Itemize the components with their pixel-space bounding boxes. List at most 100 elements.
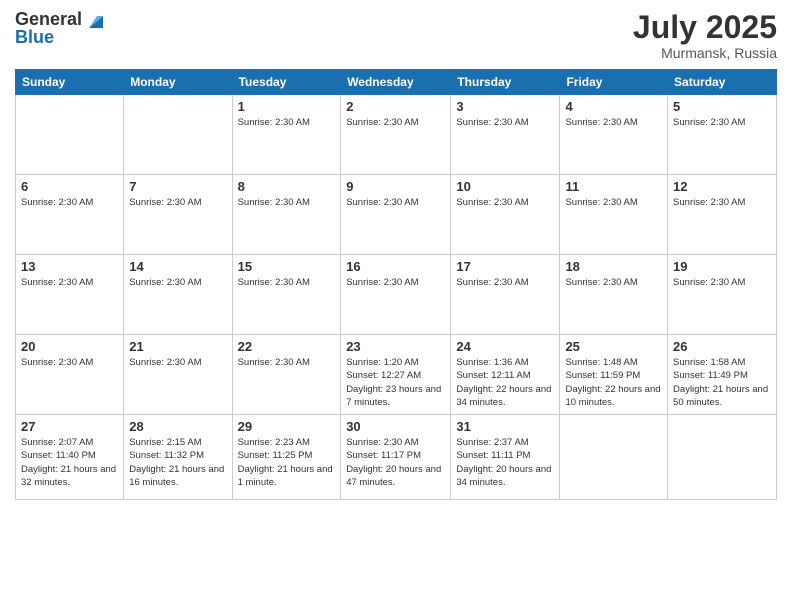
table-row: 6 Sunrise: 2:30 AM [16, 175, 124, 255]
day-info: Sunrise: 2:30 AM [238, 196, 336, 209]
table-row: 29 Sunrise: 2:23 AM Sunset: 11:25 PM Dayl… [232, 415, 341, 500]
page: General Blue July 2025 Murmansk, Russia … [0, 0, 792, 612]
col-wednesday: Wednesday [341, 70, 451, 95]
week-row-2: 6Sunrise: 2:30 AM7Sunrise: 2:30 AM8Sunri… [16, 175, 777, 255]
table-row: 12 Sunrise: 2:30 AM [668, 175, 777, 255]
table-row: 28 Sunrise: 2:15 AM Sunset: 11:32 PM Dayl… [124, 415, 232, 500]
day-info: Sunrise: 2:30 AM [129, 356, 226, 369]
day-number: 23 [346, 339, 445, 354]
day-number: 10 [456, 179, 554, 194]
day-number: 12 [673, 179, 771, 194]
col-monday: Monday [124, 70, 232, 95]
table-row: 9Sunrise: 2:30 AM [341, 175, 451, 255]
day-info: Sunrise: 1:36 AM Sunset: 12:11 AM Daylig… [456, 356, 554, 409]
day-info: Sunrise: 2:30 AM [673, 116, 771, 129]
day-number: 31 [456, 419, 554, 434]
day-info: Sunrise: 2:30 AM [346, 276, 445, 289]
day-info: Sunrise: 2:30 AM [456, 276, 554, 289]
table-row: 19Sunrise: 2:30 AM [668, 255, 777, 335]
table-row: 5 Sunrise: 2:30 AM [668, 95, 777, 175]
month-year: July 2025 [633, 10, 777, 45]
day-info: Sunrise: 2:30 AM [238, 116, 336, 129]
day-number: 28 [129, 419, 226, 434]
day-info: Sunrise: 2:07 AM Sunset: 11:40 PM Daylig… [21, 436, 118, 489]
table-row: 31Sunrise: 2:37 AM Sunset: 11:11 PM Dayl… [451, 415, 560, 500]
day-info: Sunrise: 2:30 AM [456, 196, 554, 209]
table-row: 22 Sunrise: 2:30 AM [232, 335, 341, 415]
table-row: 10 Sunrise: 2:30 AM [451, 175, 560, 255]
table-row: 1 Sunrise: 2:30 AM [232, 95, 341, 175]
day-info: Sunrise: 2:30 AM [565, 116, 662, 129]
col-sunday: Sunday [16, 70, 124, 95]
table-row: 23Sunrise: 1:20 AM Sunset: 12:27 AM Dayl… [341, 335, 451, 415]
col-saturday: Saturday [668, 70, 777, 95]
day-number: 6 [21, 179, 118, 194]
day-info: Sunrise: 2:30 AM Sunset: 11:17 PM Daylig… [346, 436, 445, 489]
day-info: Sunrise: 2:30 AM [21, 276, 118, 289]
day-number: 30 [346, 419, 445, 434]
day-number: 18 [565, 259, 662, 274]
day-number: 22 [238, 339, 336, 354]
table-row: 25 Sunrise: 1:48 AM Sunset: 11:59 PM Dayl… [560, 335, 668, 415]
day-info: Sunrise: 2:30 AM [21, 356, 118, 369]
day-info: Sunrise: 2:30 AM [21, 196, 118, 209]
day-number: 1 [238, 99, 336, 114]
day-number: 9 [346, 179, 445, 194]
day-info: Sunrise: 2:30 AM [565, 196, 662, 209]
day-number: 29 [238, 419, 336, 434]
table-row: 4 Sunrise: 2:30 AM [560, 95, 668, 175]
table-row [668, 415, 777, 500]
logo-icon [85, 10, 107, 32]
header: General Blue July 2025 Murmansk, Russia [15, 10, 777, 61]
day-number: 2 [346, 99, 445, 114]
week-row-5: 27Sunrise: 2:07 AM Sunset: 11:40 PM Dayl… [16, 415, 777, 500]
calendar-table: Sunday Monday Tuesday Wednesday Thursday… [15, 69, 777, 500]
table-row: 18 Sunrise: 2:30 AM [560, 255, 668, 335]
day-info: Sunrise: 2:30 AM [565, 276, 662, 289]
day-info: Sunrise: 1:48 AM Sunset: 11:59 PM Daylig… [565, 356, 662, 409]
col-friday: Friday [560, 70, 668, 95]
day-info: Sunrise: 2:30 AM [673, 196, 771, 209]
table-row [16, 95, 124, 175]
col-thursday: Thursday [451, 70, 560, 95]
table-row: 13Sunrise: 2:30 AM [16, 255, 124, 335]
day-info: Sunrise: 2:30 AM [129, 276, 226, 289]
col-tuesday: Tuesday [232, 70, 341, 95]
table-row: 7 Sunrise: 2:30 AM [124, 175, 232, 255]
day-info: Sunrise: 1:58 AM Sunset: 11:49 PM Daylig… [673, 356, 771, 409]
table-row: 20Sunrise: 2:30 AM [16, 335, 124, 415]
week-row-1: 1Sunrise: 2:30 AM2Sunrise: 2:30 AM3Sunri… [16, 95, 777, 175]
day-number: 25 [565, 339, 662, 354]
day-number: 21 [129, 339, 226, 354]
day-info: Sunrise: 2:30 AM [238, 356, 336, 369]
table-row: 17Sunrise: 2:30 AM [451, 255, 560, 335]
day-number: 5 [673, 99, 771, 114]
day-info: Sunrise: 2:15 AM Sunset: 11:32 PM Daylig… [129, 436, 226, 489]
table-row: 15Sunrise: 2:30 AM [232, 255, 341, 335]
day-number: 26 [673, 339, 771, 354]
day-number: 11 [565, 179, 662, 194]
day-number: 7 [129, 179, 226, 194]
day-number: 3 [456, 99, 554, 114]
logo: General Blue [15, 10, 107, 46]
table-row: 11 Sunrise: 2:30 AM [560, 175, 668, 255]
table-row: 26 Sunrise: 1:58 AM Sunset: 11:49 PM Dayl… [668, 335, 777, 415]
day-info: Sunrise: 2:30 AM [673, 276, 771, 289]
day-info: Sunrise: 2:30 AM [129, 196, 226, 209]
table-row: 30 Sunrise: 2:30 AM Sunset: 11:17 PM Dayl… [341, 415, 451, 500]
day-number: 16 [346, 259, 445, 274]
table-row: 21 Sunrise: 2:30 AM [124, 335, 232, 415]
table-row: 24 Sunrise: 1:36 AM Sunset: 12:11 AM Dayl… [451, 335, 560, 415]
day-number: 4 [565, 99, 662, 114]
day-number: 24 [456, 339, 554, 354]
table-row [560, 415, 668, 500]
table-row: 14 Sunrise: 2:30 AM [124, 255, 232, 335]
table-row: 3Sunrise: 2:30 AM [451, 95, 560, 175]
day-info: Sunrise: 2:23 AM Sunset: 11:25 PM Daylig… [238, 436, 336, 489]
logo-blue: Blue [15, 27, 54, 47]
day-number: 14 [129, 259, 226, 274]
day-info: Sunrise: 2:30 AM [238, 276, 336, 289]
location: Murmansk, Russia [633, 45, 777, 61]
logo-text: General Blue [15, 10, 82, 46]
week-row-3: 13Sunrise: 2:30 AM14Sunrise: 2:30 AM15Su… [16, 255, 777, 335]
